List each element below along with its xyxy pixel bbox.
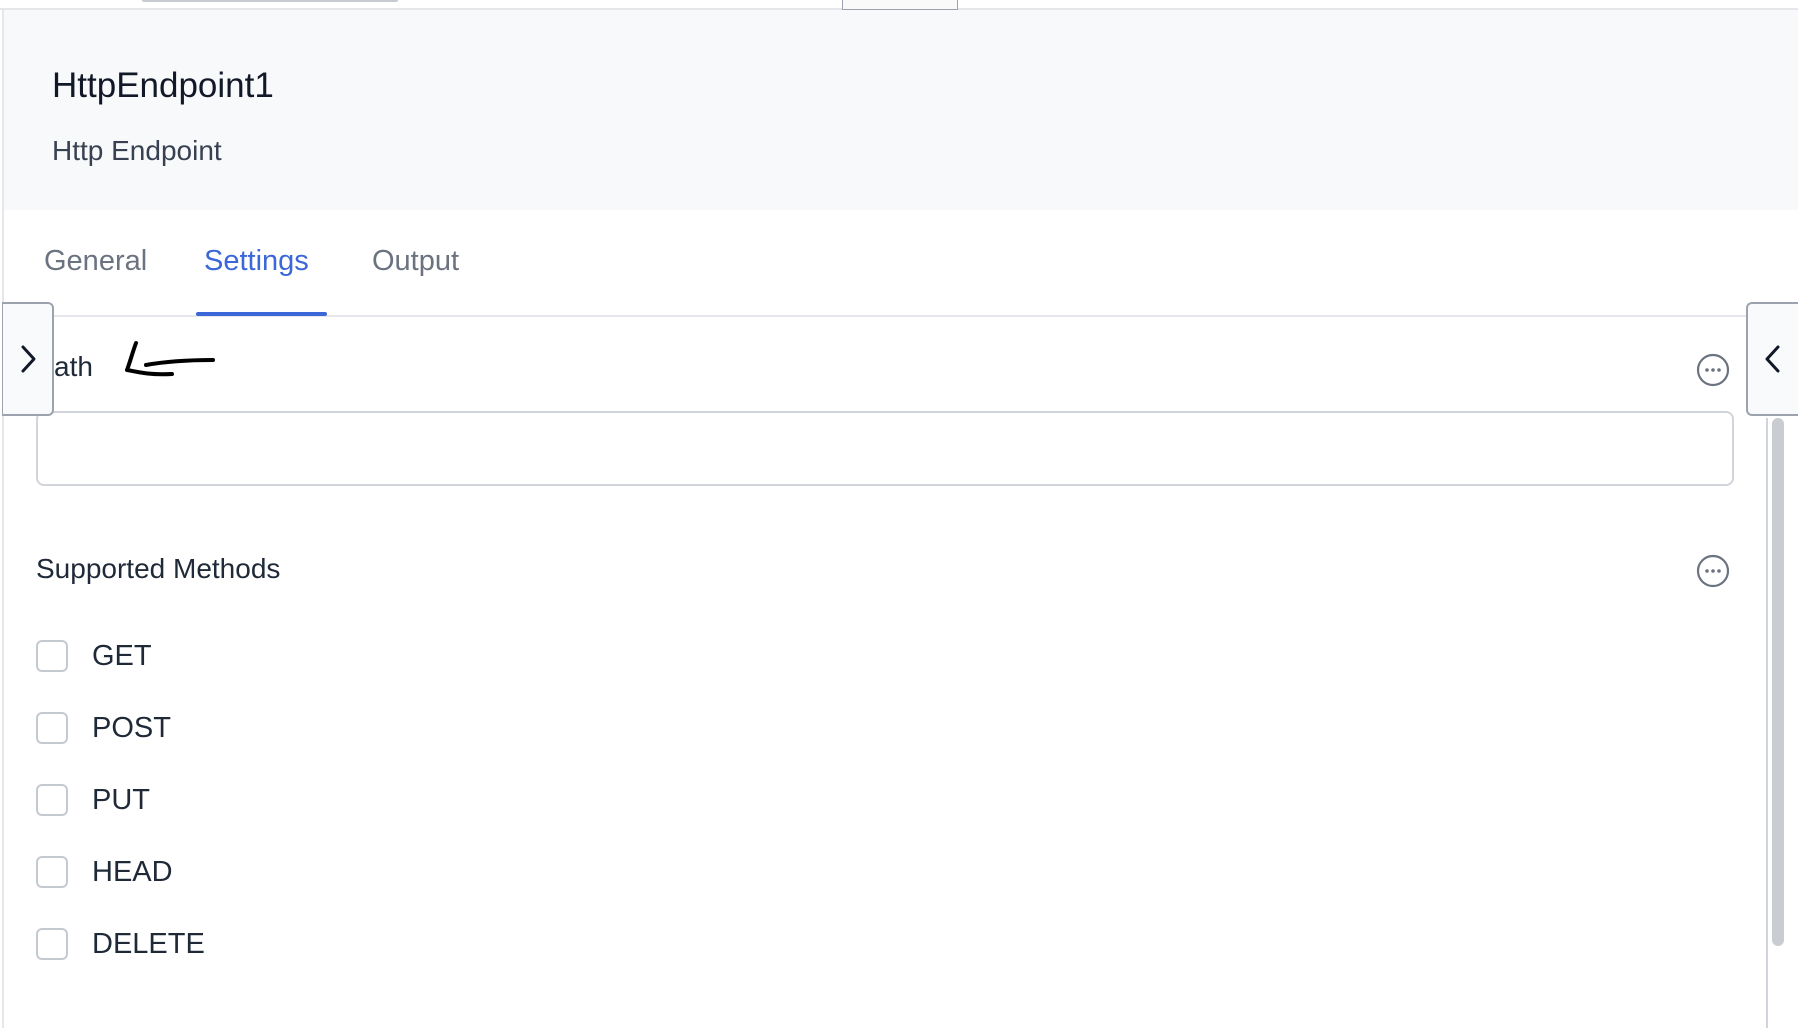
more-options-icon[interactable] (1696, 554, 1730, 588)
checkbox[interactable] (36, 712, 68, 744)
active-tab-indicator (196, 312, 327, 316)
top-fragment (142, 0, 398, 2)
more-options-icon[interactable] (1696, 353, 1730, 387)
method-option-get[interactable]: GET (36, 639, 152, 673)
checkbox[interactable] (36, 856, 68, 888)
supported-methods-label: Supported Methods (36, 553, 281, 584)
method-option-put[interactable]: PUT (36, 783, 150, 817)
expand-left-panel-button[interactable] (2, 302, 54, 416)
method-label: GET (92, 639, 152, 672)
page: HttpEndpoint1 Http Endpoint General Sett… (0, 0, 1798, 1028)
path-input[interactable] (36, 411, 1734, 486)
method-option-delete[interactable]: DELETE (36, 927, 205, 961)
chevron-left-icon (1765, 345, 1780, 373)
tab-bar: General Settings Output (4, 210, 1798, 317)
tab-output[interactable]: Output (372, 245, 459, 317)
method-label: POST (92, 711, 171, 744)
chevron-right-icon (21, 345, 35, 373)
expand-right-panel-button[interactable] (1746, 302, 1798, 416)
activity-type: Http Endpoint (52, 135, 222, 166)
method-label: PUT (92, 783, 150, 816)
method-label: HEAD (92, 855, 173, 888)
method-option-post[interactable]: POST (36, 711, 171, 745)
tab-general[interactable]: General (44, 245, 147, 317)
top-fragment-tab (842, 0, 958, 10)
tab-settings[interactable]: Settings (204, 245, 309, 317)
checkbox[interactable] (36, 784, 68, 816)
path-label: ath (54, 351, 93, 382)
method-option-head[interactable]: HEAD (36, 855, 173, 889)
scrollbar-thumb[interactable] (1772, 418, 1784, 946)
panel-header: HttpEndpoint1 Http Endpoint (4, 10, 1798, 210)
top-strip (0, 0, 1798, 10)
checkbox[interactable] (36, 640, 68, 672)
method-label: DELETE (92, 927, 205, 960)
activity-title: HttpEndpoint1 (52, 66, 274, 105)
hand-drawn-arrow-annotation (125, 341, 215, 377)
checkbox[interactable] (36, 928, 68, 960)
